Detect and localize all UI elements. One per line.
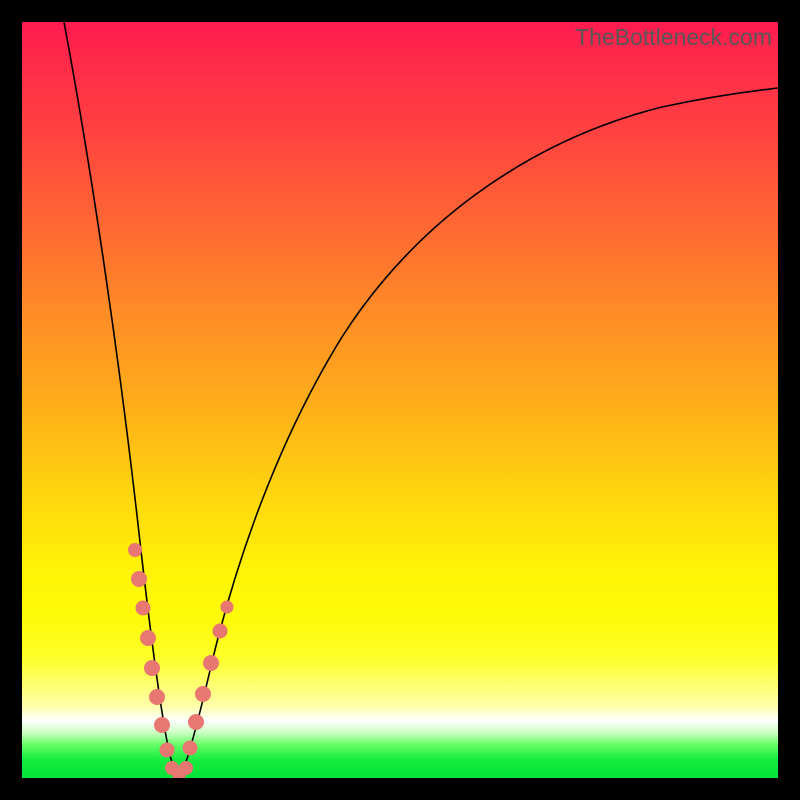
bead-icon [131, 571, 147, 587]
curve-path [64, 22, 778, 775]
bead-icon [221, 601, 234, 614]
watermark-text: TheBottleneck.com [575, 24, 772, 51]
bead-icon [154, 717, 170, 733]
bottleneck-curve [22, 22, 778, 778]
bead-icon [188, 714, 204, 730]
bead-icon [136, 601, 151, 616]
bead-icon [213, 624, 228, 639]
plot-area: TheBottleneck.com [22, 22, 778, 778]
bead-icon [179, 761, 193, 775]
bead-icon [149, 689, 165, 705]
bead-icon [128, 543, 142, 557]
bead-icon [203, 655, 219, 671]
bead-icon [165, 761, 179, 775]
chart-frame: TheBottleneck.com [0, 0, 800, 800]
bead-icon [140, 630, 156, 646]
bead-icon [172, 767, 186, 778]
bead-icon [160, 743, 175, 758]
bead-icon [144, 660, 160, 676]
bead-icon [183, 741, 198, 756]
bead-icon [195, 686, 211, 702]
